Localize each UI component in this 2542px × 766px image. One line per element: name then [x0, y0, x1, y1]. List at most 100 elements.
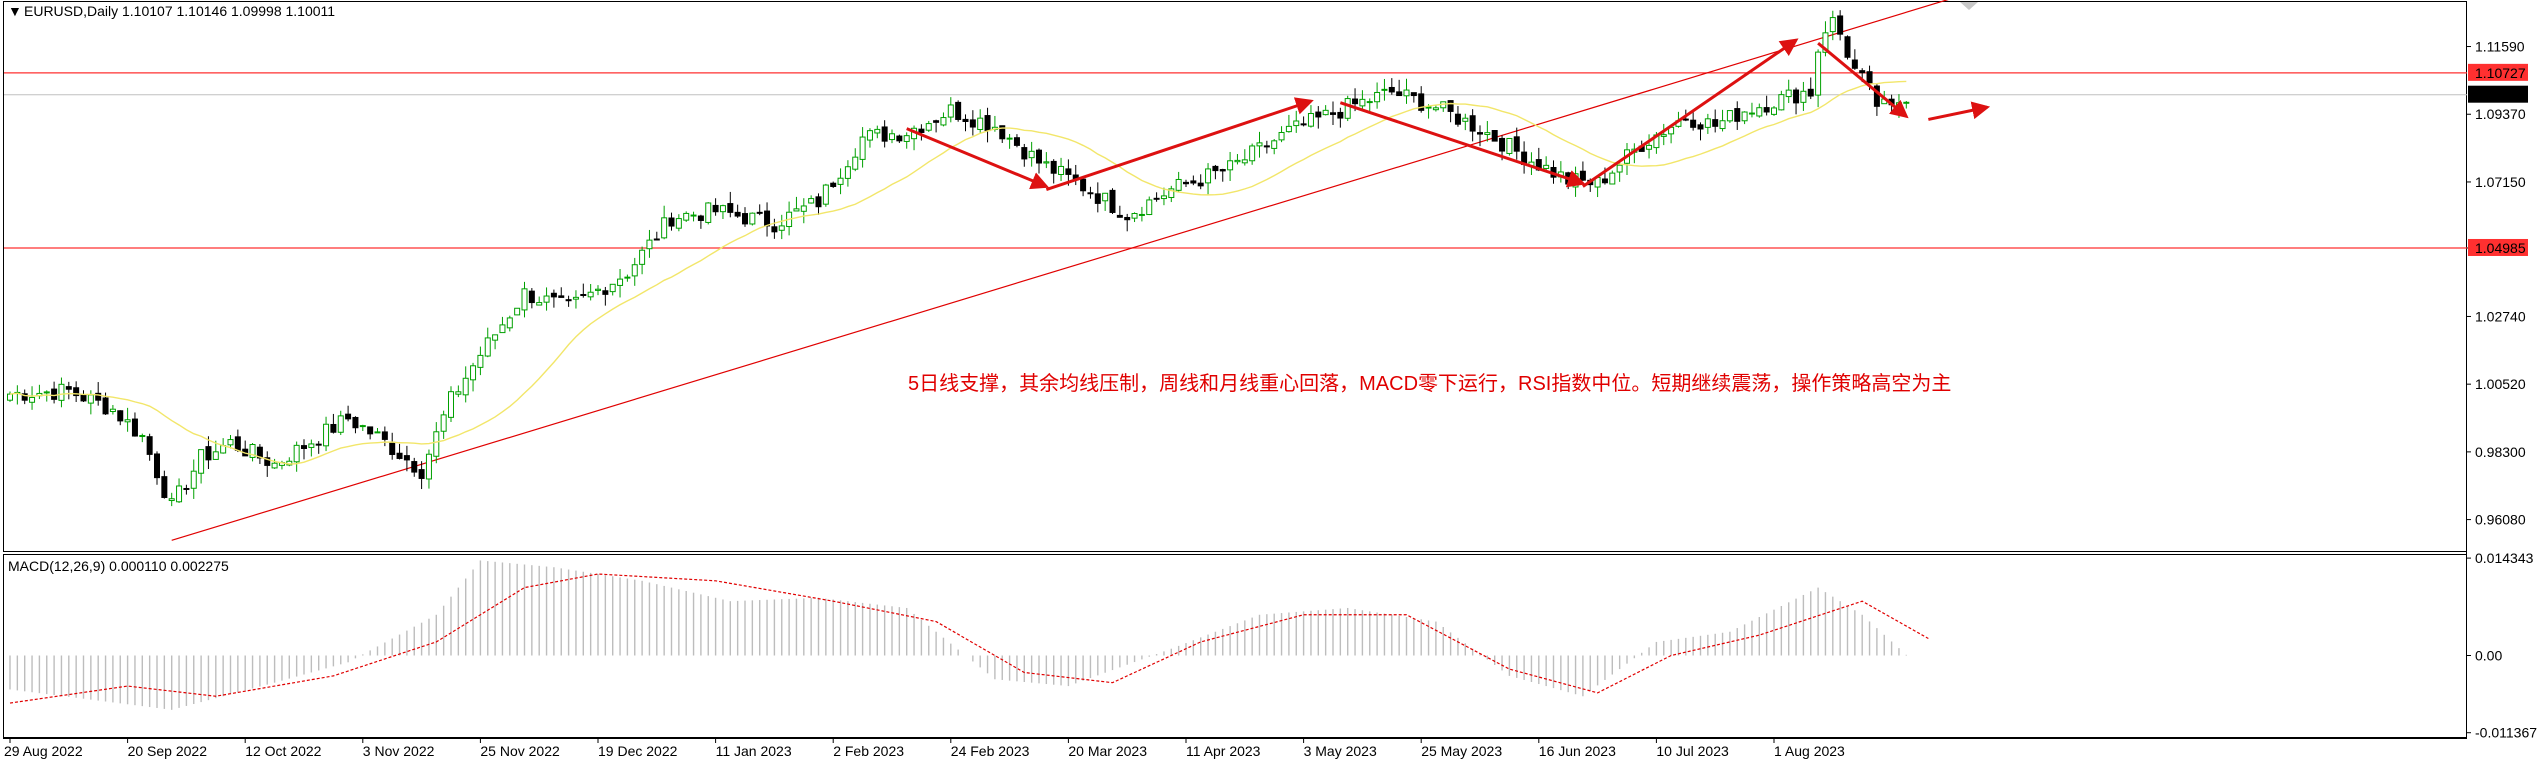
candle-body	[543, 295, 550, 303]
candle-body	[793, 208, 800, 212]
candle-body	[1036, 149, 1042, 164]
price-panel	[3, 1, 2467, 552]
candle-body	[1160, 195, 1167, 200]
candle-body	[984, 115, 991, 132]
candle-body	[1293, 120, 1300, 127]
candle-body	[1771, 107, 1777, 115]
candle-body	[51, 388, 58, 400]
price-tick-label: 1.07150	[2475, 174, 2526, 190]
level-price-label: 1.04985	[2475, 240, 2526, 256]
candle-body	[1315, 111, 1322, 118]
candle-body	[506, 317, 513, 329]
price-tick-label: 1.00520	[2475, 376, 2526, 392]
macd-tick-label: -0.011367	[2475, 725, 2537, 741]
candle-body	[550, 292, 557, 298]
candle-body	[764, 210, 771, 227]
candle-body	[1381, 88, 1388, 91]
candle-body	[1851, 59, 1858, 69]
candle-body	[418, 469, 425, 479]
candle-body	[859, 136, 866, 160]
candle-body	[1778, 94, 1785, 111]
candle-body	[683, 212, 690, 221]
candle-body	[29, 396, 36, 403]
candle-body	[1712, 119, 1719, 127]
candle-body	[1366, 101, 1373, 104]
time-tick-label: 11 Apr 2023	[1186, 743, 1261, 759]
candle-body	[940, 117, 947, 126]
candle-body	[65, 386, 72, 390]
time-tick-label: 3 Nov 2022	[363, 743, 435, 759]
candle-body	[7, 393, 13, 401]
candle-body	[1102, 192, 1109, 202]
candle-body	[374, 431, 381, 434]
candle-body	[1447, 100, 1454, 112]
candle-body	[293, 444, 300, 463]
candle-body	[1660, 134, 1667, 137]
price-tick-label: 1.09370	[2475, 106, 2526, 122]
candle-body	[580, 293, 587, 296]
candle-body	[903, 135, 910, 142]
candle-body	[1021, 147, 1028, 160]
candle-body	[1271, 140, 1278, 149]
candle-body	[161, 476, 168, 498]
candle-body	[1491, 130, 1498, 142]
candle-body	[58, 383, 65, 401]
candle-body	[631, 264, 638, 277]
candle-body	[212, 451, 219, 460]
price-tick-label: 1.11590	[2475, 39, 2525, 55]
candle-body	[837, 177, 844, 185]
candle-body	[933, 120, 940, 123]
candle-body	[323, 423, 330, 447]
candle-body	[1396, 91, 1403, 97]
candle-body	[352, 416, 359, 429]
candle-body	[168, 498, 175, 502]
candle-body	[771, 226, 778, 233]
candle-body	[1844, 36, 1851, 58]
candle-body	[389, 441, 396, 455]
candle-body	[1579, 170, 1586, 181]
candle-body	[234, 436, 241, 451]
candle-body	[947, 104, 954, 118]
candle-body	[176, 485, 183, 503]
candle-body	[536, 302, 543, 306]
candle-body	[866, 130, 873, 141]
candle-body	[822, 184, 829, 205]
candle-body	[705, 202, 712, 223]
candle-body	[661, 217, 668, 239]
time-tick-label: 20 Sep 2022	[128, 743, 208, 759]
candle-body	[1484, 132, 1491, 136]
chart-canvas: 1.11590 1.09370 1.07150 1.04985 1.02740 1.005…	[3, 0, 2537, 759]
candle-body	[470, 365, 477, 381]
candle-body	[1388, 86, 1395, 93]
candle-body	[712, 204, 719, 213]
candle-body	[1859, 70, 1866, 74]
candle-body	[43, 391, 50, 394]
current-price-label: 1.10011	[2475, 87, 2525, 103]
candle-body	[1278, 131, 1285, 141]
candle-body	[1241, 159, 1248, 164]
candle-body	[411, 461, 418, 473]
candle-body	[1646, 144, 1653, 150]
candle-body	[1704, 118, 1711, 128]
time-tick-label: 25 May 2023	[1421, 743, 1502, 759]
candle-body	[1043, 161, 1050, 164]
candle-body	[1006, 137, 1013, 140]
candle-body	[190, 470, 197, 489]
candle-body	[1690, 119, 1697, 128]
candle-body	[1116, 214, 1123, 218]
candle-body	[558, 295, 565, 298]
candle-body	[1829, 17, 1836, 33]
candle-body	[1307, 113, 1314, 127]
candle-body	[609, 283, 616, 293]
collapse-triangle-icon[interactable]: ▼	[8, 3, 22, 19]
candle-body	[330, 423, 337, 433]
candle-body	[727, 203, 734, 213]
candle-body	[1013, 137, 1020, 146]
candle-body	[1543, 164, 1550, 169]
candle-body	[1601, 178, 1608, 184]
candle-body	[484, 337, 491, 357]
candle-body	[844, 166, 851, 179]
candle-body	[124, 419, 131, 423]
time-tick-label: 16 Jun 2023	[1539, 743, 1616, 759]
candle-body	[1807, 88, 1814, 97]
